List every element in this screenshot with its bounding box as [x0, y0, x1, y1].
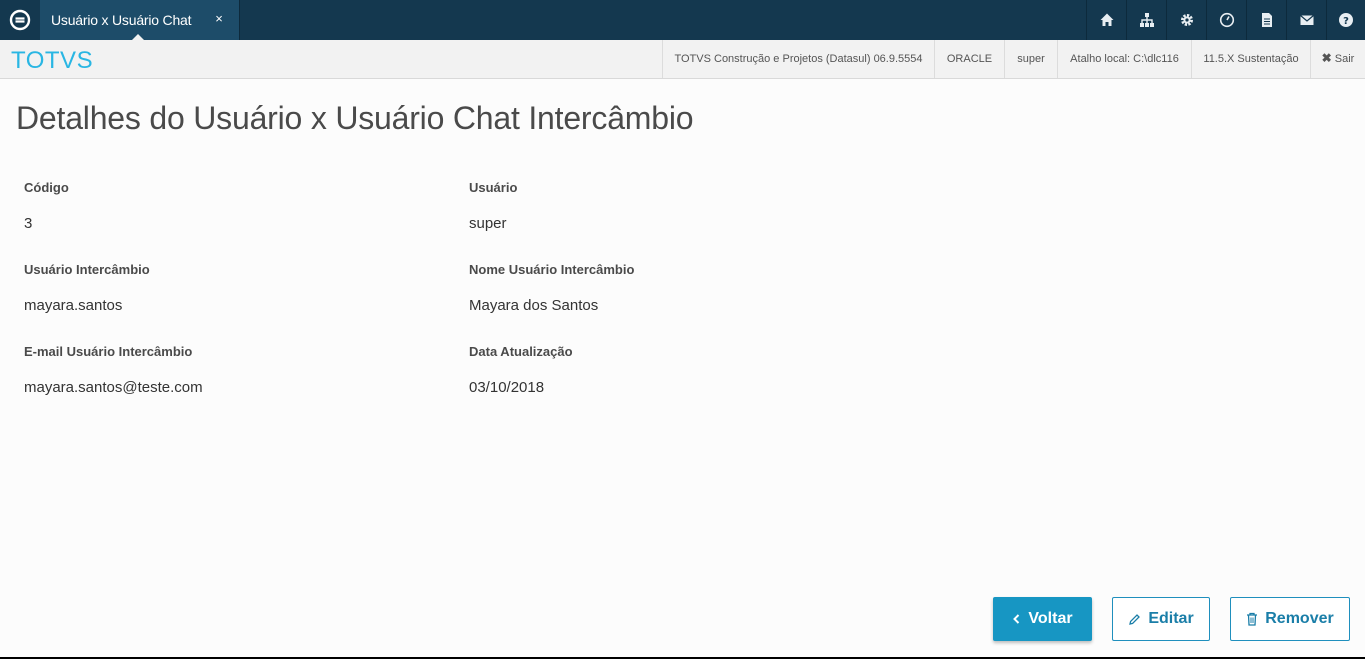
nome-usuario-intercambio-label: Nome Usuário Intercâmbio: [469, 262, 635, 277]
back-label: Voltar: [1028, 610, 1073, 627]
mail-icon[interactable]: [1286, 0, 1326, 40]
clock-icon[interactable]: [1206, 0, 1246, 40]
top-navigation-bar: Usuário x Usuário Chat Intercâmbio × ?: [0, 0, 1365, 40]
remove-button[interactable]: Remover: [1230, 597, 1350, 641]
logout-label: Sair: [1334, 53, 1355, 65]
remove-label: Remover: [1265, 610, 1334, 627]
data-atualizacao-label: Data Atualização: [469, 344, 573, 359]
email-usuario-intercambio-label: E-mail Usuário Intercâmbio: [24, 344, 193, 359]
help-icon[interactable]: ?: [1326, 0, 1365, 40]
page-title: Detalhes do Usuário x Usuário Chat Inter…: [16, 100, 694, 136]
sitemap-icon[interactable]: [1126, 0, 1166, 40]
logout-button[interactable]: ✖ Sair: [1310, 40, 1365, 78]
email-usuario-intercambio-value: mayara.santos@teste.com: [24, 379, 203, 396]
tab-label: Usuário x Usuário Chat Intercâmbio: [51, 12, 193, 28]
nome-usuario-intercambio-value: Mayara dos Santos: [469, 297, 599, 314]
user-info: super: [1004, 40, 1057, 78]
data-atualizacao-value: 03/10/2018: [469, 379, 545, 396]
tab-usuario-chat[interactable]: Usuário x Usuário Chat Intercâmbio ×: [40, 0, 240, 40]
back-button[interactable]: Voltar: [993, 597, 1092, 641]
usuario-intercambio-label: Usuário Intercâmbio: [24, 262, 150, 277]
usuario-intercambio-value: mayara.santos: [24, 297, 123, 314]
shortcut-info: Atalho local: C:\dlc116: [1057, 40, 1191, 78]
svg-text:?: ?: [1343, 16, 1349, 27]
brand-logo[interactable]: TOTVS: [11, 47, 93, 75]
edit-button[interactable]: Editar: [1112, 597, 1210, 641]
usuario-value: super: [469, 215, 507, 232]
product-info: TOTVS Construção e Projetos (Datasul) 06…: [662, 40, 934, 78]
chevron-left-icon: [1012, 613, 1021, 625]
version-info: 11.5.X Sustentação: [1191, 40, 1310, 78]
system-info-bar: TOTVS TOTVS Construção e Projetos (Datas…: [0, 40, 1365, 79]
home-icon[interactable]: [1086, 0, 1126, 40]
codigo-label: Código: [24, 180, 69, 195]
close-icon: ✖: [1321, 51, 1332, 65]
trash-icon: [1246, 612, 1258, 626]
usuario-label: Usuário: [469, 180, 518, 195]
edit-label: Editar: [1148, 610, 1194, 627]
codigo-value: 3: [24, 215, 33, 232]
totvs-logo-icon[interactable]: [0, 0, 40, 40]
gear-icon[interactable]: [1166, 0, 1206, 40]
document-icon[interactable]: [1246, 0, 1286, 40]
pencil-icon: [1128, 613, 1141, 626]
tab-close-icon[interactable]: ×: [212, 11, 226, 27]
database-info: ORACLE: [934, 40, 1004, 78]
